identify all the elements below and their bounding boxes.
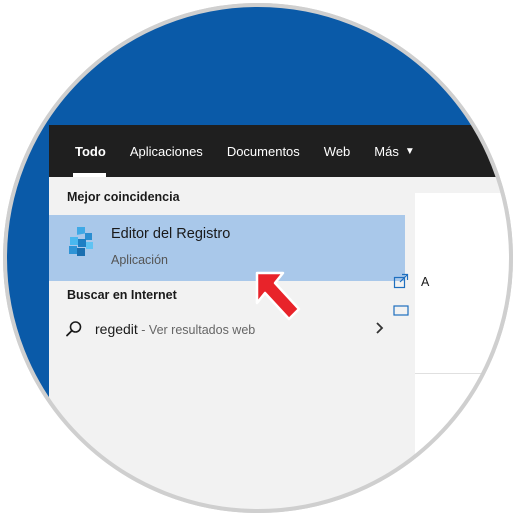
tab-documentos[interactable]: Documentos [215, 125, 312, 177]
tab-label: Documentos [226, 143, 300, 159]
tab-label: Más [374, 143, 399, 159]
web-search-heading: Buscar en Internet [67, 288, 177, 302]
web-search-suffix: - Ver resultados web [137, 323, 256, 337]
tab-todo[interactable]: Todo [49, 125, 118, 177]
search-icon [66, 321, 82, 337]
preview-action-label[interactable]: A [421, 275, 429, 289]
run-as-admin-icon[interactable] [393, 305, 409, 317]
web-search-result[interactable]: regedit - Ver resultados web [49, 312, 405, 348]
best-match-app-name: Editor del Registro [111, 226, 231, 242]
chevron-right-icon[interactable] [375, 321, 385, 335]
magnifier-circle: Todo Aplicaciones Documentos Web Más ▼ Me… [5, 5, 511, 511]
tab-label: Todo [75, 143, 106, 159]
open-icon[interactable] [393, 273, 409, 289]
tab-web[interactable]: Web [312, 125, 363, 177]
pointer-arrow-icon [255, 271, 301, 321]
best-match-heading: Mejor coincidencia [67, 190, 180, 204]
preview-pane [415, 193, 511, 511]
best-match-result[interactable]: Editor del Registro Aplicación [49, 215, 405, 281]
web-search-text: regedit - Ver resultados web [95, 321, 255, 337]
best-match-app-type: Aplicación [111, 253, 168, 267]
tab-mas[interactable]: Más ▼ [362, 125, 426, 177]
registry-editor-icon [69, 227, 93, 256]
tab-aplicaciones[interactable]: Aplicaciones [118, 125, 215, 177]
search-tabs: Todo Aplicaciones Documentos Web Más ▼ [49, 125, 511, 177]
desktop-edge [5, 123, 49, 511]
tab-label: Web [323, 143, 351, 159]
results-pane: Mejor coincidencia Editor del Registro A… [49, 177, 405, 511]
tab-label: Aplicaciones [129, 143, 203, 159]
web-search-query: regedit [95, 321, 138, 337]
screenshot-stage: Todo Aplicaciones Documentos Web Más ▼ Me… [0, 0, 520, 520]
caret-down-icon: ▼ [404, 145, 415, 157]
preview-divider [415, 373, 511, 374]
